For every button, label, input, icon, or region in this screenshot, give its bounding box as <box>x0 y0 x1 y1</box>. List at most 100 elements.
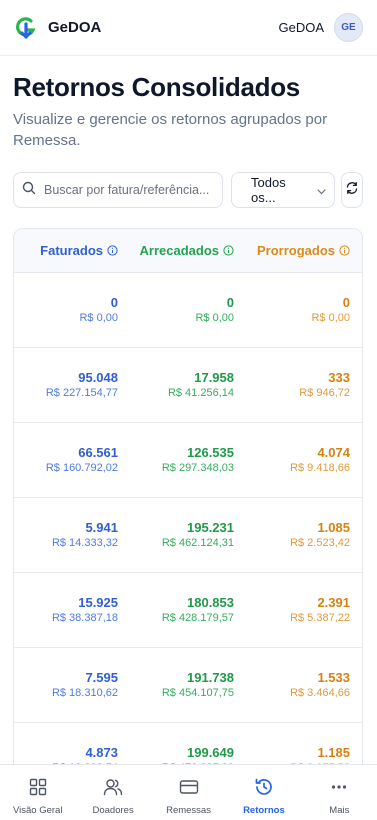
prorrogados-cell: 0 R$ 0,00 <box>246 295 362 326</box>
nav-item-remessas[interactable]: Remessas <box>151 765 226 820</box>
app-name[interactable]: GeDOA <box>48 19 101 36</box>
prorrogados-count: 4.074 <box>317 444 350 460</box>
arrecadados-amount: R$ 454.107,75 <box>161 686 234 699</box>
faturados-count: 5.941 <box>85 519 118 535</box>
column-label: Faturados <box>40 243 103 258</box>
table-row[interactable]: 15.925 R$ 38.387,18 180.853 R$ 428.179,57 … <box>14 573 362 648</box>
table-row[interactable]: 7.595 R$ 18.310,62 191.738 R$ 454.107,75 1… <box>14 648 362 723</box>
column-label: Arrecadados <box>139 243 219 258</box>
prorrogados-amount: R$ 9.418,66 <box>290 461 350 474</box>
prorrogados-count: 333 <box>328 369 350 385</box>
table-row[interactable]: 66.561 R$ 160.792,02 126.535 R$ 297.348,03… <box>14 423 362 498</box>
faturados-amount: R$ 38.387,18 <box>51 611 118 624</box>
more-icon <box>330 778 348 801</box>
arrecadados-count: 0 <box>226 294 234 310</box>
table-row[interactable]: 0 R$ 0,00 0 R$ 0,00 0 R$ 0,00 <box>14 273 362 348</box>
faturados-cell: 5.941 R$ 14.333,32 <box>14 520 130 551</box>
arrecadados-count: 199.649 <box>187 744 234 760</box>
prorrogados-cell: 333 R$ 946,72 <box>246 370 362 401</box>
column-header-faturados[interactable]: Faturados <box>14 243 130 258</box>
info-icon[interactable] <box>339 245 350 256</box>
arrecadados-cell: 17.958 R$ 41.256,14 <box>130 370 246 401</box>
info-icon[interactable] <box>107 245 118 256</box>
page-subtitle: Visualize e gerencie os retornos agrupad… <box>13 111 328 149</box>
info-icon[interactable] <box>223 245 234 256</box>
prorrogados-count: 1.533 <box>317 669 350 685</box>
prorrogados-cell: 1.085 R$ 2.523,42 <box>246 520 362 551</box>
nav-item-mais[interactable]: Mais <box>302 765 377 820</box>
arrecadados-count: 195.231 <box>187 519 234 535</box>
arrecadados-cell: 180.853 R$ 428.179,57 <box>130 595 246 626</box>
prorrogados-count: 1.085 <box>317 519 350 535</box>
avatar[interactable]: GE <box>334 13 363 42</box>
prorrogados-amount: R$ 3.464,66 <box>290 686 350 699</box>
chevron-down-icon <box>317 183 326 198</box>
faturados-count: 4.873 <box>85 744 118 760</box>
prorrogados-amount: R$ 0,00 <box>311 311 350 324</box>
status-filter-value: Todos os... <box>251 175 286 205</box>
table-row[interactable]: 5.941 R$ 14.333,32 195.231 R$ 462.124,31 1… <box>14 498 362 573</box>
faturados-amount: R$ 227.154,77 <box>45 386 118 399</box>
nav-item-visao-geral[interactable]: Visão Geral <box>0 765 75 820</box>
history-icon <box>254 778 273 801</box>
search-input[interactable] <box>44 183 214 197</box>
card-icon <box>179 778 199 801</box>
prorrogados-amount: R$ 2.523,42 <box>290 536 350 549</box>
arrecadados-count: 180.853 <box>187 594 234 610</box>
faturados-amount: R$ 160.792,02 <box>45 461 118 474</box>
users-icon <box>103 778 123 801</box>
gedoa-logo-icon[interactable] <box>16 16 36 39</box>
search-box[interactable] <box>13 172 223 208</box>
bottom-nav: Visão Geral Doadores Remessas Retornos M… <box>0 764 377 820</box>
user-name: GeDOA <box>278 20 324 35</box>
arrecadados-count: 191.738 <box>187 669 234 685</box>
faturados-count: 7.595 <box>85 669 118 685</box>
nav-item-retornos[interactable]: Retornos <box>226 765 301 820</box>
prorrogados-count: 2.391 <box>317 594 350 610</box>
faturados-count: 15.925 <box>78 594 118 610</box>
column-header-prorrogados[interactable]: Prorrogados <box>246 243 362 258</box>
faturados-amount: R$ 0,00 <box>79 311 118 324</box>
prorrogados-amount: R$ 946,72 <box>299 386 350 399</box>
arrecadados-count: 126.535 <box>187 444 234 460</box>
nav-label: Retornos <box>243 805 285 816</box>
prorrogados-cell: 4.074 R$ 9.418,66 <box>246 445 362 476</box>
nav-label: Visão Geral <box>12 805 63 816</box>
arrecadados-amount: R$ 428.179,57 <box>161 611 234 624</box>
faturados-cell: 95.048 R$ 227.154,77 <box>14 370 130 401</box>
faturados-amount: R$ 14.333,32 <box>51 536 118 549</box>
arrecadados-amount: R$ 297.348,03 <box>161 461 234 474</box>
nav-item-doadores[interactable]: Doadores <box>75 765 150 820</box>
nav-label: Remessas <box>166 805 211 816</box>
arrecadados-cell: 191.738 R$ 454.107,75 <box>130 670 246 701</box>
arrecadados-cell: 126.535 R$ 297.348,03 <box>130 445 246 476</box>
column-header-arrecadados[interactable]: Arrecadados <box>130 243 246 258</box>
refresh-icon <box>345 181 359 200</box>
prorrogados-cell: 2.391 R$ 5.387,22 <box>246 595 362 626</box>
arrecadados-count: 17.958 <box>194 369 234 385</box>
prorrogados-amount: R$ 5.387,22 <box>290 611 350 624</box>
arrecadados-amount: R$ 0,00 <box>195 311 234 324</box>
column-label: Prorrogados <box>256 243 335 258</box>
nav-label: Doadores <box>92 805 134 816</box>
faturados-count: 95.048 <box>78 369 118 385</box>
search-icon <box>22 181 36 200</box>
table-row[interactable]: 95.048 R$ 227.154,77 17.958 R$ 41.256,14 3… <box>14 348 362 423</box>
faturados-cell: 7.595 R$ 18.310,62 <box>14 670 130 701</box>
faturados-count: 66.561 <box>78 444 118 460</box>
faturados-cell: 66.561 R$ 160.792,02 <box>14 445 130 476</box>
refresh-button[interactable] <box>341 172 363 208</box>
status-filter-select[interactable]: Todos os... <box>231 172 335 208</box>
arrecadados-cell: 0 R$ 0,00 <box>130 295 246 326</box>
faturados-count: 0 <box>110 294 118 310</box>
prorrogados-count: 1.185 <box>317 744 350 760</box>
top-bar: GeDOA GeDOA GE <box>0 0 377 56</box>
faturados-amount: R$ 18.310,62 <box>51 686 118 699</box>
grid-icon <box>29 778 47 801</box>
arrecadados-cell: 195.231 R$ 462.124,31 <box>130 520 246 551</box>
retornos-table: Faturados Arrecadados Prorrogados 0 R$ 0,… <box>13 228 363 788</box>
page-title: Retornos Consolidados <box>13 72 300 102</box>
faturados-cell: 15.925 R$ 38.387,18 <box>14 595 130 626</box>
prorrogados-cell: 1.533 R$ 3.464,66 <box>246 670 362 701</box>
arrecadados-amount: R$ 41.256,14 <box>167 386 234 399</box>
